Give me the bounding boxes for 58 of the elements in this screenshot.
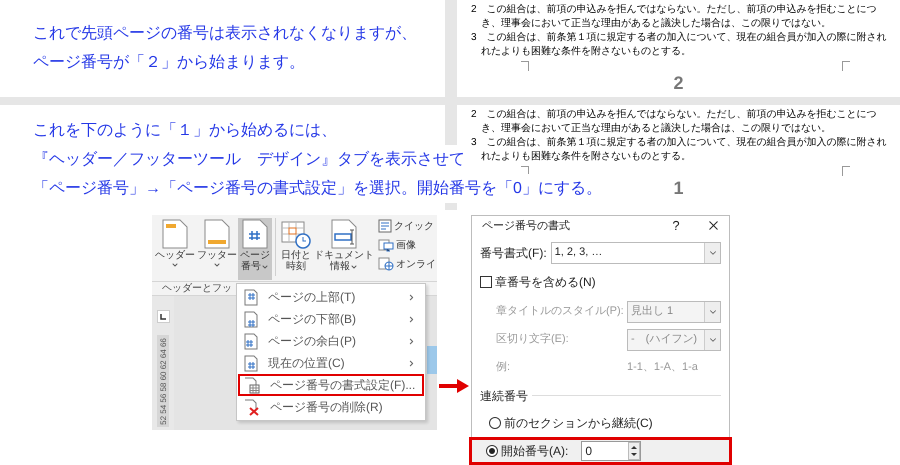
- page-number-icon: [244, 332, 258, 350]
- image-icon: [378, 238, 394, 252]
- format-page-number-icon: [244, 376, 260, 394]
- menu-item[interactable]: ページの下部(B): [238, 308, 424, 330]
- document-text-line: き、理事会において正当な理由があると議決した場合は、この限りではない。: [480, 17, 831, 31]
- page-number-icon: [244, 288, 258, 306]
- radio-label: 開始番号(A):: [501, 442, 568, 460]
- menu-item[interactable]: ページ番号の書式設定(F)...: [238, 374, 424, 396]
- document-text-line: 2 この組合は、前項の申込みを拒んではならない。ただし、前項の申込みを拒むことにつ: [471, 3, 877, 17]
- document-text-line: 2 この組合は、前項の申込みを拒んではならない。ただし、前項の申込みを拒むことにつ: [471, 108, 877, 122]
- document-text-line: 3 この組合は、前条第１項に規定する者の加入について、現在の組合員が加入の際に附され: [471, 31, 887, 45]
- tab-stop-icon: [156, 310, 170, 323]
- crop-mark: [521, 61, 529, 71]
- quick-parts-icon: [378, 219, 392, 233]
- crop-mark: [842, 166, 850, 176]
- header-button[interactable]: ヘッダー: [154, 218, 196, 280]
- menu-item[interactable]: ページ番号の削除(R): [238, 396, 424, 418]
- checkbox[interactable]: [480, 276, 492, 288]
- date-time-button[interactable]: 日付と 時刻: [279, 218, 313, 280]
- crop-mark: [842, 61, 850, 71]
- page-number-icon: [244, 354, 258, 372]
- document-info-button[interactable]: ドキュメント 情報: [313, 218, 375, 280]
- radio-button[interactable]: [486, 444, 498, 456]
- page-number-icon: [244, 310, 258, 328]
- field-label: 区切り文字(E):: [496, 332, 570, 348]
- document-text-line: 3 この組合は、前条第１項に規定する者の加入について、現在の組合員が加入の際に附され: [471, 136, 887, 150]
- field-label: 例:: [496, 360, 512, 376]
- delete-page-number-icon: [244, 398, 260, 416]
- footer-button[interactable]: フッター: [196, 218, 238, 280]
- document-text-line: れたよりも困難な条件を附さないものとする。: [480, 45, 691, 59]
- pointer-arrow: [439, 379, 469, 393]
- page-number: 2: [673, 73, 684, 93]
- dialog-title: ページ番号の書式: [482, 218, 571, 234]
- crop-mark: [521, 166, 529, 176]
- image-button[interactable]: 画像: [378, 238, 436, 252]
- checkbox-label: 章番号を含める(N): [495, 274, 596, 290]
- page-number: 1: [673, 178, 684, 198]
- spinner-icon[interactable]: [628, 442, 640, 460]
- field-label: 章タイトルのスタイル(P):: [496, 304, 625, 320]
- group-label: ヘッダーとフッ: [162, 282, 232, 294]
- document-text-line: れたよりも困難な条件を附さないものとする。: [480, 150, 691, 164]
- ruler-numbers: 52 54 56 58 60 62 64 66: [158, 338, 168, 424]
- online-picture-icon: [378, 257, 394, 271]
- page-number-button[interactable]: ページ 番号: [238, 218, 272, 280]
- radio-button[interactable]: [489, 416, 501, 428]
- menu-item[interactable]: 現在の位置(C): [238, 352, 424, 374]
- menu-item[interactable]: ページの余白(P): [238, 330, 424, 352]
- radio-label: 前のセクションから継続(C): [504, 414, 653, 432]
- menu-item[interactable]: ページの上部(T): [238, 286, 424, 308]
- example-value: 1-1、1-A、1-a: [627, 360, 698, 376]
- number-field[interactable]: 0: [581, 440, 642, 460]
- quick-parts-button[interactable]: クイック: [378, 219, 436, 233]
- online-picture-button[interactable]: オンライ: [378, 257, 436, 271]
- document-text-line: き、理事会において正当な理由があると議決した場合は、この限りではない。: [480, 122, 831, 136]
- section-title: 連続番号: [480, 388, 528, 404]
- field-label: 番号書式(F):: [480, 244, 547, 262]
- dropdown-field[interactable]: 1, 2, 3, …: [550, 242, 721, 264]
- help-button[interactable]: ?: [666, 216, 686, 236]
